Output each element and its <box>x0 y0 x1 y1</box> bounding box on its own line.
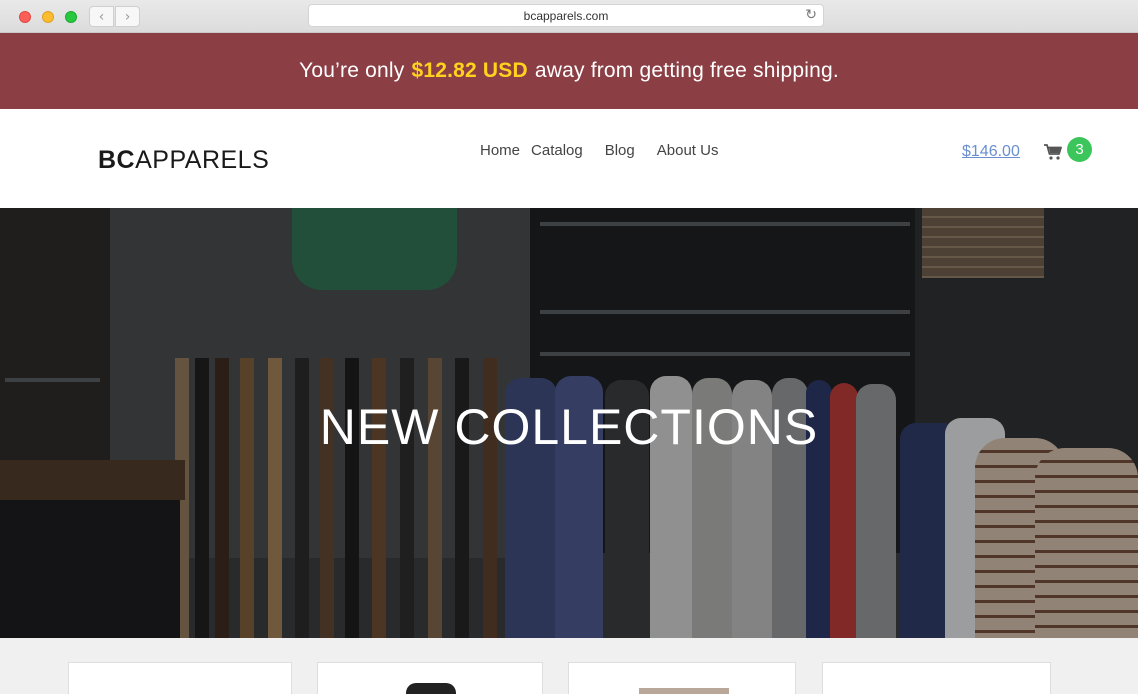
back-button[interactable]: ‹ <box>89 6 114 27</box>
hero-title: NEW COLLECTIONS <box>319 399 819 455</box>
reload-icon[interactable]: ↻ <box>805 7 817 23</box>
cart-icon[interactable] <box>1043 143 1063 161</box>
logo-bold: BC <box>98 146 136 174</box>
product-card[interactable] <box>822 662 1051 694</box>
nav-blog[interactable]: Blog <box>605 142 635 159</box>
nav-catalog[interactable]: Catalog <box>531 142 583 159</box>
url-text: bcapparels.com <box>523 8 609 23</box>
chevron-right-icon: › <box>124 8 131 25</box>
cart-total[interactable]: $146.00 <box>962 143 1020 161</box>
free-shipping-banner: You’re only $12.82 USD away from getting… <box>0 33 1138 109</box>
product-grid <box>0 638 1138 694</box>
nav-home[interactable]: Home <box>480 142 520 159</box>
main-nav: Home Catalog Blog About Us <box>480 142 740 159</box>
close-window-button[interactable] <box>19 11 31 23</box>
cart-count-badge[interactable]: 3 <box>1067 137 1092 162</box>
forward-button[interactable]: › <box>115 6 140 27</box>
banner-prefix: You’re only <box>299 59 405 82</box>
site-logo[interactable]: BCAPPARELS <box>98 146 269 175</box>
hero-banner[interactable]: NEW COLLECTIONS <box>0 208 1138 638</box>
maximize-window-button[interactable] <box>65 11 77 23</box>
address-bar[interactable]: bcapparels.com ↻ <box>308 4 824 27</box>
product-image <box>406 683 456 694</box>
product-card[interactable] <box>317 662 543 694</box>
chevron-left-icon: ‹ <box>98 8 105 25</box>
product-card[interactable] <box>568 662 796 694</box>
logo-rest: APPARELS <box>135 146 270 174</box>
product-card[interactable] <box>68 662 292 694</box>
browser-toolbar: ‹ › bcapparels.com ↻ <box>0 0 1138 33</box>
banner-suffix: away from getting free shipping. <box>534 59 839 82</box>
minimize-window-button[interactable] <box>42 11 54 23</box>
nav-about-us[interactable]: About Us <box>657 142 719 159</box>
product-image <box>639 688 729 694</box>
banner-amount: $12.82 USD <box>411 59 528 82</box>
site-header: BCAPPARELS Home Catalog Blog About Us $1… <box>0 109 1138 208</box>
